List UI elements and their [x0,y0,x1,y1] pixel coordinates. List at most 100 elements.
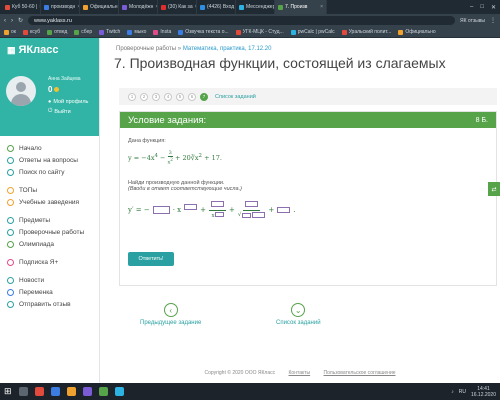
bookmark-item[interactable]: Insta [153,29,171,35]
bookmark-item[interactable]: Twitch [99,29,120,35]
language-indicator[interactable]: RU [459,389,466,395]
answer-input-7[interactable] [252,212,266,219]
app-icon[interactable] [114,387,124,396]
sidebar-menu-item[interactable]: Ответы на вопросы [0,154,99,166]
sidebar-menu-item[interactable]: Учебные заведения [0,196,99,208]
search-icon[interactable] [18,387,28,396]
bookmark-label: сбер [81,29,93,35]
answer-input-4[interactable] [214,211,224,217]
bookmark-label: Insta [160,29,172,35]
clock[interactable]: 14:41 16.12.2020 [471,386,496,398]
pager-page[interactable]: 5 [176,92,184,101]
bookmark-favicon-icon [127,29,133,35]
url-field[interactable]: www.yaklass.ru [28,16,455,25]
close-window-icon[interactable]: ✕ [491,4,496,11]
minimize-icon[interactable]: – [470,4,473,10]
yandex-browser-icon[interactable] [34,387,44,396]
back-icon[interactable]: ‹ [4,18,6,24]
bookmark-item[interactable]: ок [4,29,16,35]
profile-link[interactable]: ● Мой профиль [48,99,88,105]
share-icon[interactable]: ⇄ [488,182,500,196]
yaklass-logo[interactable]: ▦ ЯКласс [7,44,58,56]
browser-tab[interactable]: 7. Произв × [275,0,327,14]
menu-item-label: Новости [19,276,45,284]
windows-start-icon[interactable]: ⊞ [4,386,12,397]
file-explorer-icon[interactable] [50,387,60,396]
bookmark-item[interactable]: мыко [127,29,146,35]
answer-input-8[interactable] [277,206,291,213]
pager-page[interactable]: 3 [152,92,160,101]
task-list-link[interactable]: ⌄ Список заданий [276,303,321,326]
browser-tab[interactable]: (30) Как за× [158,0,197,14]
sidebar-menu-item[interactable]: Отправить отзыв [0,298,99,310]
menu-item-label: Отправить отзыв [19,300,71,308]
sidebar-menu-item[interactable]: Начало [0,142,99,154]
answer-input-6[interactable] [242,212,252,218]
app-icon[interactable] [66,387,76,396]
menu-item-label: Учебные заведения [19,198,80,206]
bookmark-label: УГК-МЦК - Студ... [242,29,284,35]
menu-item-icon [7,144,14,152]
sub-tab-label[interactable]: ЯК отзывы [460,18,485,24]
app-icon[interactable] [98,387,108,396]
footer-contacts-link[interactable]: Контакты [289,370,311,376]
tab-label: (30) Как за [168,4,193,10]
speaker-icon[interactable]: ♪ [451,389,454,395]
sidebar-menu-item[interactable]: Олимпиада [0,238,99,250]
reload-icon[interactable]: ↻ [18,17,23,24]
bookmark-item[interactable]: УГК-МЦК - Студ... [235,29,284,35]
menu-item-icon [7,228,14,236]
breadcrumb-section[interactable]: Проверочные работы [116,46,176,52]
browser-tab[interactable]: Куб 50-60 |× [2,0,41,14]
pager-page[interactable]: 1 [128,92,136,101]
bookmark-favicon-icon [290,29,296,35]
sidebar-menu-item[interactable]: ТОПы [0,184,99,196]
pager-page[interactable]: 4 [164,92,172,101]
maximize-icon[interactable]: □ [480,4,484,10]
browser-tab[interactable]: Молодёжн × [119,0,158,14]
sidebar-menu-item[interactable]: Проверочные работы [0,226,99,238]
bookmark-item[interactable]: pwCalc | pwCalc [290,29,335,35]
bookmark-item[interactable]: Официально [398,29,436,35]
bookmark-item[interactable]: Уральский полит... [341,29,391,35]
bookmark-item[interactable]: Озвучка текста о... [178,29,229,35]
tab-favicon-icon [200,4,205,10]
bookmark-item[interactable]: отвед [47,29,67,35]
close-tab-icon[interactable]: × [320,4,323,10]
logout-link[interactable]: ⏻ Выйти [48,108,71,115]
breadcrumb-item[interactable]: Математика, практика, 17.12.20 [183,46,272,52]
browser-tab[interactable]: производн × [41,0,80,14]
menu-icon[interactable]: ⋮ [490,17,496,24]
pager-page[interactable]: 2 [140,92,148,101]
avatar[interactable] [6,76,36,106]
footer-agreement-link[interactable]: Пользовательское соглашение [324,370,396,376]
sidebar-menu-item[interactable]: Подписка Я+ [0,256,99,268]
sidebar-menu-item[interactable]: Переменка [0,286,99,298]
answer-input-3[interactable] [211,200,225,207]
pager-page[interactable]: 7 [200,92,208,101]
browser-tab[interactable]: (4426) Вход× [197,0,236,14]
app-icon[interactable] [82,387,92,396]
sidebar-menu-item[interactable]: Новости [0,274,99,286]
sidebar-menu-item[interactable]: Предметы [0,214,99,226]
answer-input-2[interactable] [184,203,198,210]
prev-task-link[interactable]: ‹ Предыдущее задание [140,303,201,326]
browser-tab[interactable]: Официальн× [80,0,119,14]
bookmark-favicon-icon [178,29,184,35]
answer-input-5[interactable] [245,201,259,208]
clock-date: 16.12.2020 [470,391,496,398]
browser-tab[interactable]: Мессенджер× [236,0,275,14]
answer-input-1[interactable] [152,205,170,214]
menu-item-icon [7,258,14,266]
task-list-pager-link[interactable]: Список заданий [215,94,256,100]
bookmark-item[interactable]: ксуб [22,29,40,35]
sidebar-menu-item[interactable]: Поиск по сайту [0,166,99,178]
forward-icon[interactable]: › [11,18,13,24]
menu-item-label: Переменка [19,288,53,296]
pager-page[interactable]: 6 [188,92,196,101]
menu-item-icon [7,276,14,284]
tab-label: производн [51,4,76,10]
bookmark-item[interactable]: сбер [74,29,92,35]
menu-item-label: Предметы [19,216,51,224]
answer-button[interactable]: Ответить! [128,252,174,266]
